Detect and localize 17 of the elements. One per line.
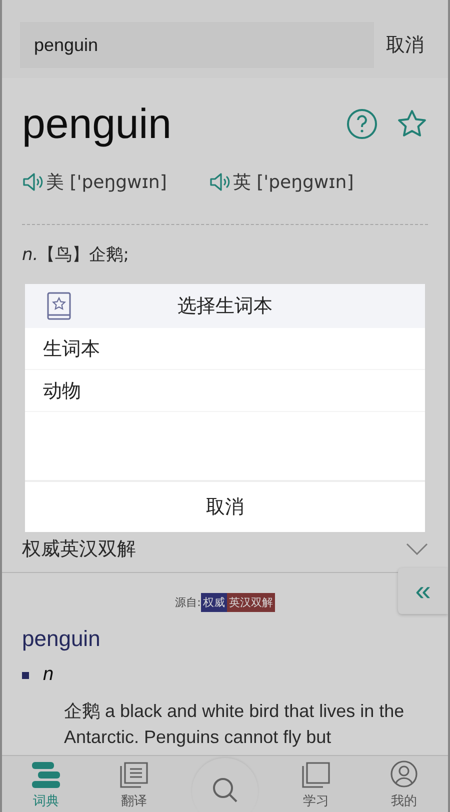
phonetic: 美 ['peŋgwɪn] — [46, 171, 167, 194]
nav-tab[interactable]: 我的 — [374, 760, 434, 812]
part-of-speech: n — [43, 664, 54, 686]
source-label: 源自: — [175, 595, 201, 610]
dialog-title: 选择生词本 — [176, 294, 274, 319]
nav-tab[interactable]: 学习 — [286, 762, 346, 812]
cancel-button[interactable]: 取消 — [382, 28, 428, 62]
source-tag: 权威 — [200, 593, 227, 612]
headword: penguin — [22, 100, 172, 148]
section-title[interactable]: 权威英汉双解 — [22, 536, 136, 562]
nav-tab[interactable]: 翻译 — [104, 762, 164, 812]
definition: n.【鸟】企鹅; — [22, 244, 130, 266]
source-tag: 英汉双解 — [226, 593, 275, 612]
phonetic: 英 ['peŋgwɪn] — [232, 171, 354, 194]
definition-text: 企鹅 a black and white bird that lives in the Antarctic. Penguins cannot fly but — [64, 700, 406, 749]
search-field[interactable]: penguin — [20, 22, 374, 68]
entry-word: penguin — [22, 626, 102, 652]
